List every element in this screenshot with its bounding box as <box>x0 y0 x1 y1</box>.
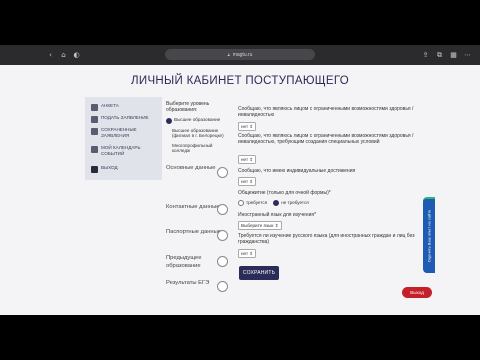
url-text: magtu.ru <box>232 51 253 58</box>
radio-selected-icon[interactable] <box>273 199 280 206</box>
saved-icon <box>91 128 98 135</box>
step-previous-education[interactable]: Предыдущее образование <box>166 255 228 270</box>
home-icon[interactable]: ⌂ <box>57 51 70 59</box>
sidebar-item-saved-applications[interactable]: СОХРАНЕННЫЕ ЗАЯВЛЕНИЯ <box>91 127 151 138</box>
sidebar: АНКЕТА ПОДАТЬ ЗАЯВЛЕНИЕ СОХРАНЕННЫЕ ЗАЯВ… <box>85 97 162 180</box>
save-button[interactable]: СОХРАНИТЬ <box>239 266 279 280</box>
document-icon <box>91 104 98 111</box>
sidebar-item-label: МОЙ КАЛЕНДАРЬ СОБЫТИЙ <box>101 145 141 156</box>
step-passport-data[interactable]: Паспортные данные <box>166 229 228 241</box>
education-option[interactable]: Высшее образование <box>166 117 228 124</box>
feedback-label: Оценить Ваш опыт на сайте <box>426 209 432 263</box>
step-contact-data[interactable]: Контактные данные <box>166 204 228 215</box>
chevron-down-icon: ⇕ <box>249 179 254 184</box>
chevron-down-icon: ⇕ <box>249 251 254 256</box>
sidebar-item-anketa[interactable]: АНКЕТА <box>91 103 119 111</box>
question-label: Сообщаю, что являюсь лицом с ограниченны… <box>238 133 414 146</box>
russian-language-select[interactable]: нет ⇕ <box>238 249 257 258</box>
question-label: Сообщаю, что являюсь лицом с ограниченны… <box>238 106 414 119</box>
step-status-icon <box>217 281 228 292</box>
shield-icon[interactable]: ◐ <box>70 51 83 59</box>
back-icon[interactable]: ‹ <box>44 51 57 59</box>
calendar-icon <box>91 146 98 153</box>
dormitory-option-not-required[interactable]: не требуется <box>273 199 309 206</box>
chevron-down-icon: ⇕ <box>249 124 254 129</box>
achievements-select[interactable]: нет ⇕ <box>238 177 257 186</box>
application-icon <box>91 116 98 123</box>
feedback-tab[interactable]: Оценить Ваш опыт на сайте <box>423 197 435 273</box>
sidebar-item-label: СОХРАНЕННЫЕ ЗАЯВЛЕНИЯ <box>101 127 137 138</box>
sidebar-item-label: ПОДАТЬ ЗАЯВЛЕНИЕ <box>101 115 149 120</box>
step-status-icon <box>217 230 228 241</box>
sidebar-item-label: АНКЕТА <box>101 103 119 108</box>
chevron-down-icon: ⇕ <box>249 157 254 162</box>
radio-selected-icon[interactable] <box>166 117 172 124</box>
lock-icon: 🔒︎ <box>227 52 230 57</box>
question-label: Требуется ли изучение русского языка (дл… <box>238 233 415 246</box>
exit-button[interactable]: Выход <box>402 287 432 298</box>
dormitory-radio-group: требуется не требуется <box>238 199 309 206</box>
browser-screen: ‹ ⌂ ◐ 🔒︎ magtu.ru ⇪ ⧉ ▦ ⋯ ЛИЧНЫЙ КАБИНЕТ… <box>0 45 480 315</box>
education-heading: Выберите уровень образования: <box>166 101 210 113</box>
grid-icon[interactable]: ▦ <box>447 51 460 59</box>
sidebar-item-label: ВЫХОД <box>101 165 118 170</box>
step-status-icon <box>217 167 228 178</box>
sidebar-item-submit-application[interactable]: ПОДАТЬ ЗАЯВЛЕНИЕ <box>91 115 149 123</box>
question-label: Общежитие (только для очной формы)* <box>238 190 331 196</box>
disability-select[interactable]: нет ⇕ <box>238 122 257 131</box>
education-option[interactable]: Высшее образование (филиал в г. Белорецк… <box>166 128 228 139</box>
question-label: Иностранный язык для изучения* <box>238 212 317 218</box>
sidebar-item-logout[interactable]: ВЫХОД <box>91 165 118 173</box>
foreign-language-select[interactable]: Выберите язык ⇕ <box>238 221 282 230</box>
step-status-icon <box>217 256 228 267</box>
browser-toolbar: ‹ ⌂ ◐ 🔒︎ magtu.ru ⇪ ⧉ ▦ ⋯ <box>0 45 480 65</box>
address-bar[interactable]: 🔒︎ magtu.ru <box>165 49 315 60</box>
chevron-down-icon: ⇕ <box>274 223 279 228</box>
radio-icon[interactable] <box>238 199 244 206</box>
tabs-icon[interactable]: ⧉ <box>433 51 446 60</box>
special-conditions-select[interactable]: нет ⇕ <box>238 155 257 164</box>
more-icon[interactable]: ⋯ <box>461 51 474 59</box>
logout-icon <box>91 166 98 173</box>
sidebar-item-calendar[interactable]: МОЙ КАЛЕНДАРЬ СОБЫТИЙ <box>91 145 153 156</box>
share-icon[interactable]: ⇪ <box>419 51 432 59</box>
browser-actions: ⇪ ⧉ ▦ ⋯ <box>419 45 474 65</box>
step-main-data[interactable]: Основные данные <box>166 165 228 178</box>
page-title: ЛИЧНЫЙ КАБИНЕТ ПОСТУПАЮЩЕГО <box>131 75 349 87</box>
step-ege-results[interactable]: Результаты ЕГЭ <box>166 280 228 292</box>
education-level-selector: Выберите уровень образования: Высшее обр… <box>166 101 228 154</box>
dormitory-option-required[interactable]: требуется <box>238 199 267 206</box>
step-status-icon <box>217 204 228 215</box>
question-label: Сообщаю, что имею индивидуальные достиже… <box>238 168 356 174</box>
education-option[interactable]: Многопрофильный колледж <box>166 143 228 154</box>
